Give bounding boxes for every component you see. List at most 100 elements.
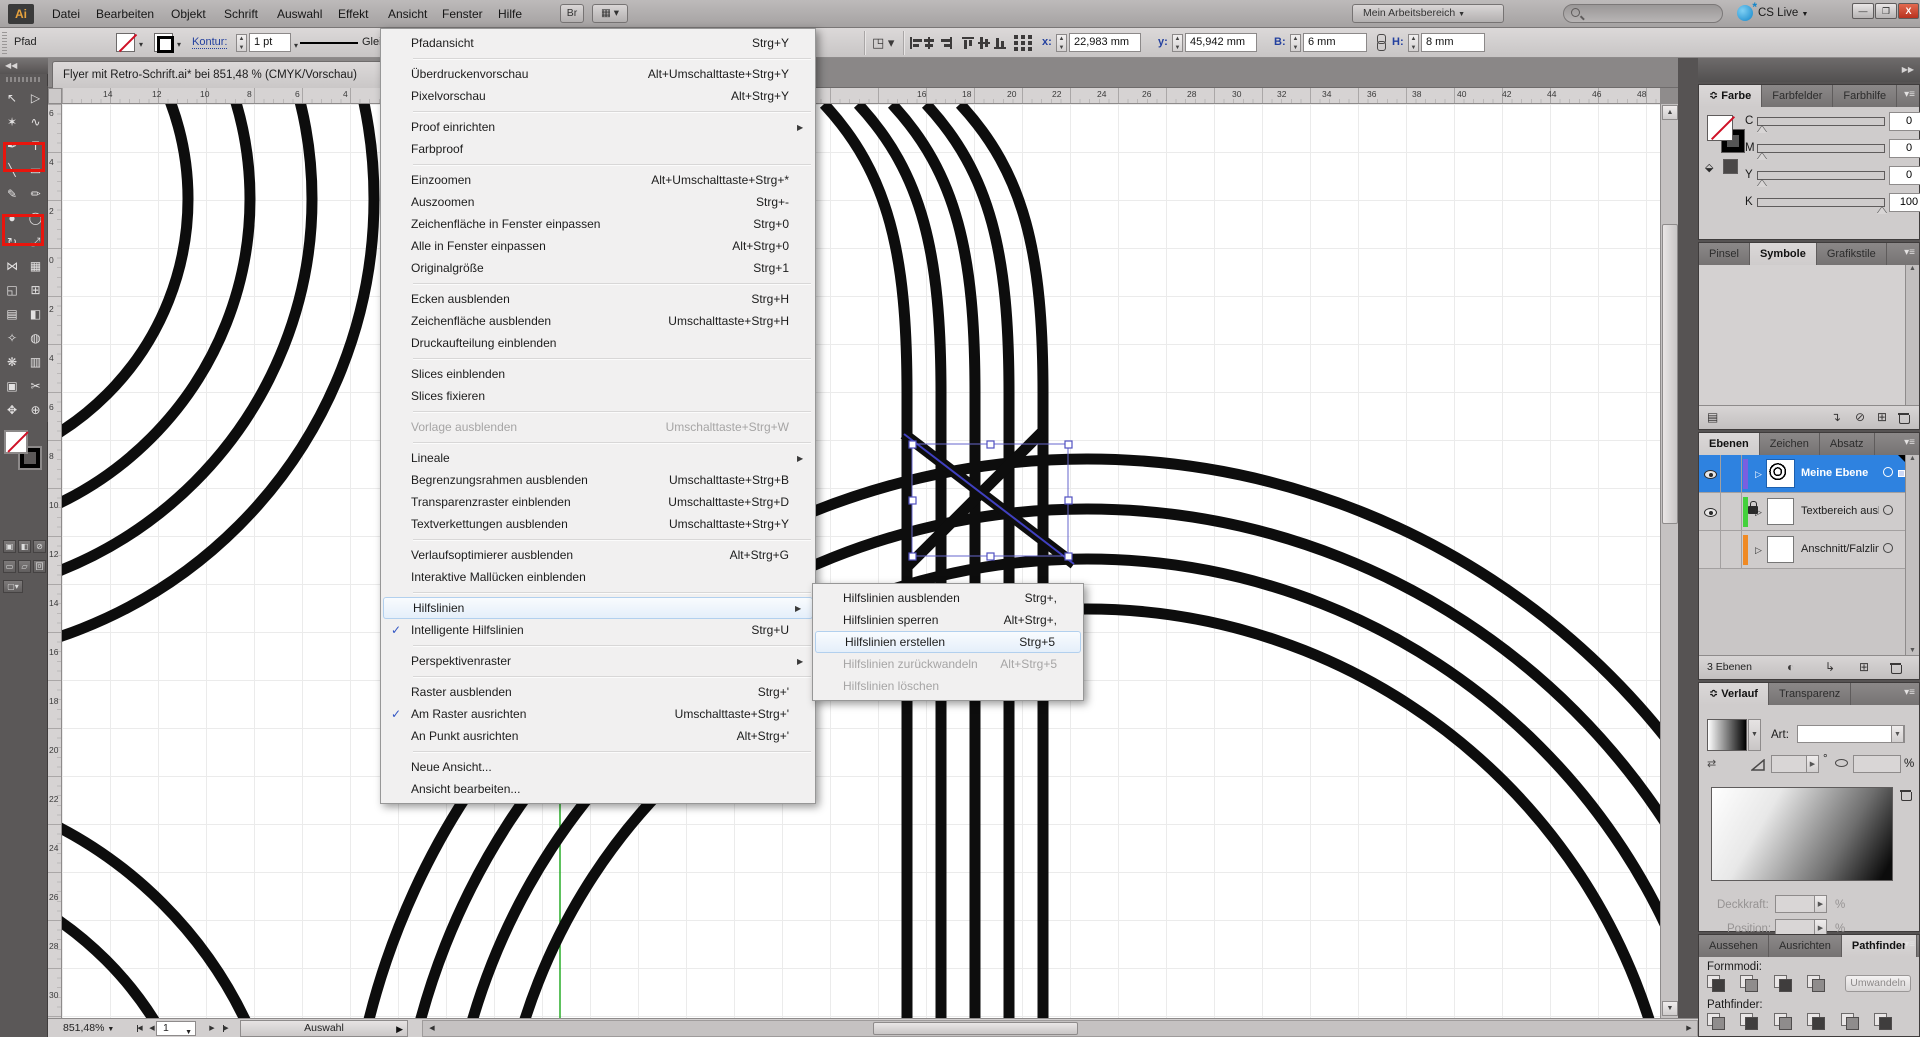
menu-item[interactable]: ✓ ▶ xyxy=(381,107,815,116)
new-layer-icon[interactable]: ⊞ xyxy=(1859,660,1869,674)
slider-handle[interactable] xyxy=(1757,180,1767,187)
arrange-documents-button[interactable]: ▦ ▾ xyxy=(592,4,628,23)
transform-reference-icon[interactable]: ◳ ▾ xyxy=(872,35,894,50)
link-dimensions-icon[interactable] xyxy=(1376,34,1385,50)
opacity-field[interactable] xyxy=(1775,895,1815,913)
opacity-flyout-icon[interactable]: ▶ xyxy=(1814,895,1827,913)
angle-flyout-icon[interactable]: ▶ xyxy=(1806,755,1819,773)
zoom-tool[interactable]: ⊕ xyxy=(24,398,48,422)
unite-icon[interactable] xyxy=(1707,975,1727,991)
menu-item[interactable]: ✓ Begrenzungsrahmen ausblenden Umschaltt… xyxy=(381,469,815,491)
stroke-weight-stepper[interactable]: ▲▼ xyxy=(236,34,247,52)
height-field[interactable]: 8 mm xyxy=(1421,33,1485,52)
current-tool-status[interactable]: Auswahl▶ xyxy=(240,1020,408,1037)
free-transform-tool[interactable]: ▦ xyxy=(24,254,48,278)
scroll-up-icon[interactable]: ▲ xyxy=(1906,455,1919,462)
expand-triangle-icon[interactable]: ▷ xyxy=(1755,545,1762,556)
minus-back-icon[interactable] xyxy=(1874,1013,1894,1029)
transform-grid-icon[interactable] xyxy=(1014,35,1032,51)
layer-thumbnail[interactable] xyxy=(1767,536,1794,563)
workspace-switcher[interactable]: Mein Arbeitsbereich ▼ xyxy=(1352,4,1504,23)
menu-item[interactable]: ✓ ▶ xyxy=(381,407,815,416)
draw-inside-button[interactable]: 回 xyxy=(33,560,46,573)
scroll-down-icon[interactable]: ▼ xyxy=(1906,647,1919,654)
menu-item[interactable]: ✓ Farbproof ▶ xyxy=(381,138,815,160)
panel-tab[interactable]: Grafikstile xyxy=(1817,243,1887,265)
menu-item[interactable]: ✓ Textverkettungen ausblenden Umschaltta… xyxy=(381,513,815,535)
stroke-color-swatch[interactable] xyxy=(116,33,135,52)
menu-item[interactable]: ✓ ▶ xyxy=(381,588,815,597)
new-symbol-icon[interactable]: ⊞ xyxy=(1877,410,1887,424)
panel-menu-icon[interactable]: ▾≡ xyxy=(1904,247,1915,258)
submenu-item[interactable]: ✓ Hilfslinien zurückwandeln Alt+Strg+5 ▶ xyxy=(813,653,1083,675)
menu-item[interactable]: ✓ Pixelvorschau Alt+Strg+Y ▶ xyxy=(381,85,815,107)
document-tab[interactable]: Flyer mit Retro-Schrift.ai* bei 851,48 %… xyxy=(52,61,398,88)
menubar-item[interactable]: Auswahl xyxy=(269,0,330,28)
panel-tab[interactable]: Farbfelder xyxy=(1762,85,1833,107)
none-button[interactable]: ⊘ xyxy=(33,540,46,553)
gradient-preset-dropdown[interactable]: ▼ xyxy=(1748,719,1761,751)
menubar-item[interactable]: Objekt xyxy=(163,0,214,28)
submenu-item[interactable]: ✓ Hilfslinien löschen ▶ xyxy=(813,675,1083,697)
menu-item[interactable]: ✓ ▶ xyxy=(381,747,815,756)
ruler-corner[interactable] xyxy=(48,88,62,104)
channel-slider[interactable] xyxy=(1757,171,1885,180)
bridge-button[interactable]: Br xyxy=(560,4,584,23)
menu-item[interactable]: ✓ Ecken ausblenden Strg+H ▶ xyxy=(381,288,815,310)
menu-item[interactable]: ✓ Verlaufsoptimierer ausblenden Alt+Strg… xyxy=(381,544,815,566)
scroll-up-icon[interactable]: ▲ xyxy=(1906,265,1919,272)
layer-thumbnail[interactable] xyxy=(1767,498,1794,525)
channel-value-field[interactable]: 0 xyxy=(1889,112,1920,131)
merge-icon[interactable] xyxy=(1774,1013,1794,1029)
menu-item[interactable]: ✓ Alle in Fenster einpassen Alt+Strg+0 ▶ xyxy=(381,235,815,257)
place-symbol-icon[interactable]: ↴ xyxy=(1831,410,1841,424)
panel-tab[interactable]: Pinsel xyxy=(1699,243,1750,265)
blend-tool[interactable]: ◍ xyxy=(24,326,48,350)
channel-value-field[interactable]: 100 xyxy=(1889,193,1920,212)
fill-variant-swatch[interactable] xyxy=(154,33,173,52)
break-link-icon[interactable]: ⊘ xyxy=(1855,410,1865,424)
y-stepper[interactable]: ▲▼ xyxy=(1172,34,1183,52)
lasso-tool[interactable]: ∿ xyxy=(24,110,48,134)
stroke-weight-field[interactable]: 1 pt xyxy=(249,33,291,52)
chevron-down-icon[interactable]: ▾ xyxy=(139,40,143,49)
divide-icon[interactable] xyxy=(1707,1013,1727,1029)
panel-tab[interactable]: Zeichen xyxy=(1760,433,1820,455)
chevron-down-icon[interactable]: ▾ xyxy=(177,40,181,49)
restore-button[interactable]: ❐ xyxy=(1875,3,1897,19)
collapse-dock-icon[interactable]: ◀◀ xyxy=(0,58,48,74)
menu-item[interactable]: ✓ Zeichenfläche ausblenden Umschalttaste… xyxy=(381,310,815,332)
intersect-icon[interactable] xyxy=(1774,975,1794,991)
gradient-tool[interactable]: ◧ xyxy=(24,302,48,326)
horizontal-ruler[interactable]: 1412108641618202224262830323436384042444… xyxy=(62,88,1660,104)
gradient-ramp-preview[interactable] xyxy=(1711,787,1893,881)
left-arc-group[interactable] xyxy=(62,104,374,1018)
menu-item[interactable]: ✓ Am Raster ausrichten Umschalttaste+Str… xyxy=(381,703,815,725)
gradient-thumbnail[interactable] xyxy=(1707,719,1747,751)
menu-item[interactable]: ✓ Intelligente Hilfslinien Strg+U ▶ xyxy=(381,619,815,641)
target-circle-icon[interactable] xyxy=(1883,543,1893,553)
layer-row[interactable]: ▷ Meine Ebene xyxy=(1699,455,1919,493)
menu-item[interactable]: ✓ ▶ xyxy=(381,354,815,363)
panel-tab[interactable]: Ausrichten xyxy=(1769,935,1842,957)
cs-live-button[interactable]: CS Live ▼ xyxy=(1758,7,1808,19)
page-number-field[interactable]: 1 ▼ xyxy=(156,1021,196,1036)
panel-grip[interactable] xyxy=(2,32,7,54)
x-field[interactable]: 22,983 mm xyxy=(1069,33,1141,52)
menu-item[interactable]: ✓ Transparenzraster einblenden Umschaltt… xyxy=(381,491,815,513)
layers-scrollbar[interactable]: ▲ ▼ xyxy=(1905,455,1919,655)
layer-name[interactable]: Textbereich ausbl... xyxy=(1801,505,1879,517)
y-field[interactable]: 45,942 mm xyxy=(1185,33,1257,52)
last-page-button[interactable]: ▶ xyxy=(218,1021,234,1036)
menu-item[interactable]: ✓ Perspektivenraster ▶ xyxy=(381,650,815,672)
channel-slider[interactable] xyxy=(1757,144,1885,153)
gradient-type-dropdown[interactable] xyxy=(1797,725,1905,743)
menu-item[interactable]: ✓ Ansicht bearbeiten... ▶ xyxy=(381,778,815,800)
stroke-link[interactable]: Kontur: xyxy=(192,36,227,49)
menu-item[interactable]: ✓ Hilfslinien ▶ xyxy=(383,597,813,619)
menu-item[interactable]: ✓ ▶ xyxy=(381,438,815,447)
menu-item[interactable]: ✓ Proof einrichten ▶ xyxy=(381,116,815,138)
menu-item[interactable]: ✓ ▶ xyxy=(381,641,815,650)
magic-wand-tool[interactable]: ✶ xyxy=(0,110,24,134)
visibility-cell[interactable] xyxy=(1699,493,1721,531)
